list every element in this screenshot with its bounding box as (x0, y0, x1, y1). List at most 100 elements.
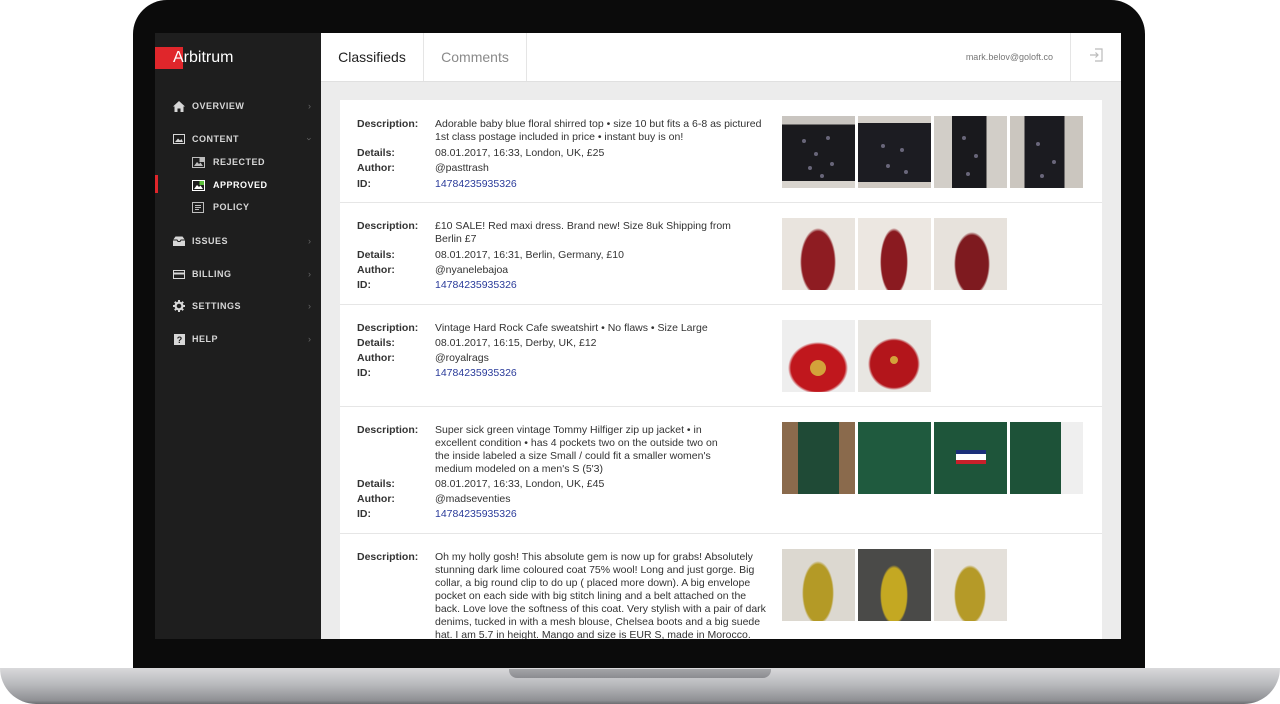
details-label: Details: (357, 249, 395, 261)
chevron-right-icon: › (308, 101, 311, 111)
author-label: Author: (357, 162, 395, 174)
listing-photo[interactable] (934, 549, 1007, 621)
gear-icon (172, 299, 186, 313)
listing-photo[interactable] (858, 218, 931, 290)
author-row: Author: @pasttrash (357, 162, 770, 175)
description-row: Description: Oh my holly gosh! This abso… (357, 551, 770, 639)
sidebar-item-rejected[interactable]: REJECTED (155, 152, 321, 172)
photo-strip (782, 116, 1083, 188)
photo-strip (782, 320, 931, 392)
details-row: Details: 08.01.2017, 16:33, London, UK, … (357, 147, 770, 160)
details-value: 08.01.2017, 16:31, Berlin, Germany, £10 (435, 249, 624, 261)
listing-photo[interactable] (1010, 422, 1083, 494)
sidebar-item-label: POLICY (213, 202, 250, 212)
listing-card: Description: Adorable baby blue floral s… (340, 100, 1102, 203)
chevron-right-icon: › (308, 301, 311, 311)
description-label: Description: (357, 220, 419, 232)
approved-image-icon (191, 178, 205, 192)
id-label: ID: (357, 508, 371, 520)
sidebar-item-label: HELP (192, 334, 219, 344)
description-value: Vintage Hard Rock Cafe sweatshirt • No f… (435, 322, 708, 334)
listing-photo[interactable] (782, 549, 855, 621)
listing-photo[interactable] (858, 116, 931, 188)
sidebar-item-issues[interactable]: ISSUES › (155, 231, 321, 251)
author-label: Author: (357, 493, 395, 505)
details-row: Details: 08.01.2017, 16:31, Berlin, Germ… (357, 249, 770, 262)
svg-text:?: ? (176, 335, 182, 345)
photo-strip (782, 549, 1007, 621)
author-label: Author: (357, 352, 395, 364)
id-label: ID: (357, 279, 371, 291)
sidebar-item-label: ISSUES (192, 236, 229, 246)
author-value[interactable]: @madseventies (435, 493, 770, 506)
listing-photo[interactable] (858, 422, 931, 494)
details-label: Details: (357, 147, 395, 159)
id-link[interactable]: 14784235935326 (435, 178, 770, 191)
chevron-down-icon: › (304, 137, 315, 141)
sidebar-item-label: CONTENT (192, 134, 239, 144)
id-label: ID: (357, 367, 371, 379)
author-value[interactable]: @royalrags (435, 352, 770, 365)
listing-card: Description: Super sick green vintage To… (340, 406, 1102, 534)
listing-photo[interactable] (782, 116, 855, 188)
listing-photo[interactable] (782, 218, 855, 290)
sidebar-item-settings[interactable]: SETTINGS › (155, 296, 321, 316)
listing-photo[interactable] (934, 218, 1007, 290)
description-label: Description: (357, 551, 419, 563)
listing-photo[interactable] (858, 320, 931, 392)
tab-classifieds[interactable]: Classifieds (321, 33, 424, 81)
id-label: ID: (357, 178, 371, 190)
id-link[interactable]: 14784235935326 (435, 279, 770, 292)
logout-button[interactable] (1070, 33, 1121, 81)
sidebar-item-label: BILLING (192, 269, 232, 279)
listing-card: Description: Vintage Hard Rock Cafe swea… (340, 304, 1102, 407)
listing-card: Description: Oh my holly gosh! This abso… (340, 533, 1102, 639)
listing-photo[interactable] (1010, 116, 1083, 188)
listing-photo[interactable] (934, 116, 1007, 188)
sidebar-item-help[interactable]: ? HELP › (155, 329, 321, 349)
sidebar-item-approved[interactable]: APPROVED (155, 175, 321, 195)
chevron-right-icon: › (308, 269, 311, 279)
author-label: Author: (357, 264, 395, 276)
description-value: £10 SALE! Red maxi dress. Brand new! Siz… (435, 220, 731, 245)
sidebar-item-content[interactable]: CONTENT › (155, 129, 321, 149)
inbox-icon (172, 234, 186, 248)
logo-text: Arbitrum (173, 49, 234, 66)
sidebar-item-billing[interactable]: BILLING › (155, 264, 321, 284)
details-value: 08.01.2017, 16:15, Derby, UK, £12 (435, 337, 597, 349)
listing-card: Description: £10 SALE! Red maxi dress. B… (340, 202, 1102, 305)
listing-photo[interactable] (782, 320, 855, 392)
listing-photo[interactable] (934, 422, 1007, 494)
listing-photo[interactable] (858, 549, 931, 621)
id-row: ID: 14784235935326 (357, 367, 770, 380)
id-link[interactable]: 14784235935326 (435, 508, 770, 521)
description-row: Description: Adorable baby blue floral s… (357, 118, 770, 144)
sidebar-item-overview[interactable]: OVERVIEW › (155, 96, 321, 116)
logout-icon (1089, 47, 1103, 67)
details-value: 08.01.2017, 16:33, London, UK, £25 (435, 147, 605, 159)
description-value: Adorable baby blue floral shirred top • … (435, 118, 762, 143)
document-icon (191, 200, 205, 214)
description-label: Description: (357, 424, 419, 436)
listing-photo[interactable] (782, 422, 855, 494)
app-logo[interactable]: Arbitrum (155, 47, 233, 69)
description-row: Description: Super sick green vintage To… (357, 424, 735, 476)
id-row: ID: 14784235935326 (357, 178, 770, 191)
details-value: 08.01.2017, 16:33, London, UK, £45 (435, 478, 605, 490)
author-row: Author: @madseventies (357, 493, 770, 506)
author-value[interactable]: @nyanelebajoa (435, 264, 770, 277)
chevron-right-icon: › (308, 334, 311, 344)
id-link[interactable]: 14784235935326 (435, 367, 770, 380)
sidebar-item-label: OVERVIEW (192, 101, 245, 111)
description-row: Description: £10 SALE! Red maxi dress. B… (357, 220, 735, 246)
photo-strip (782, 218, 1007, 290)
description-value: Oh my holly gosh! This absolute gem is n… (435, 551, 766, 639)
description-value: Super sick green vintage Tommy Hilfiger … (435, 424, 718, 475)
id-row: ID: 14784235935326 (357, 279, 770, 292)
app-screen: Arbitrum OVERVIEW › CONTENT › REJECTED A… (155, 33, 1121, 639)
user-email[interactable]: mark.belov@goloft.co (966, 52, 1053, 62)
rejected-image-icon (191, 155, 205, 169)
author-value[interactable]: @pasttrash (435, 162, 770, 175)
sidebar-item-policy[interactable]: POLICY (155, 197, 321, 217)
tab-comments[interactable]: Comments (424, 33, 527, 81)
